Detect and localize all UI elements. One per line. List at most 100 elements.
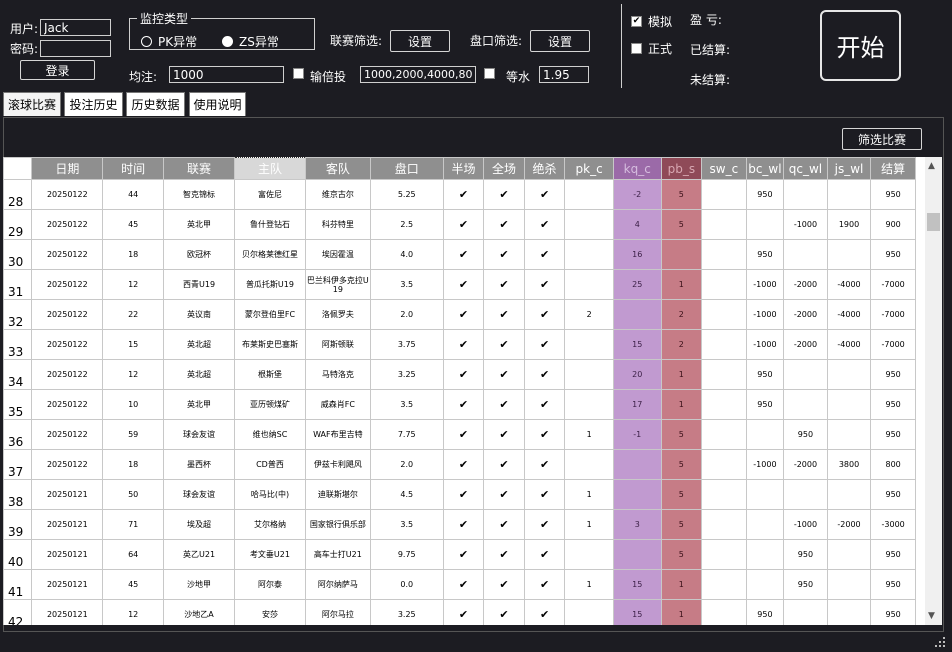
table-cell: 15 bbox=[612, 599, 662, 625]
matches-table: 日期 时间 联赛 主队 客队 盘口 半场 全场 绝杀 pk_c kq_c pb_s sw_c bc_wl q… bbox=[3, 157, 916, 625]
tab-bet-history[interactable]: 投注历史 bbox=[64, 92, 123, 116]
row-number: 30 bbox=[3, 239, 33, 270]
table-cell: 50 bbox=[102, 479, 165, 510]
row-number: 38 bbox=[3, 479, 33, 510]
handicap-filter-button[interactable]: 设置 bbox=[530, 30, 590, 52]
column-header[interactable]: js_wl bbox=[826, 157, 872, 180]
table-row[interactable]: 35 20250122 10 英北甲 亚历顿煤矿 威森肖FC 3.5 ✔ ✔ ✔ 17 1 950 950 bbox=[3, 389, 916, 420]
vertical-scrollbar[interactable]: ▲ ▼ bbox=[925, 157, 942, 625]
column-header[interactable]: 日期 bbox=[31, 157, 104, 180]
water-checkbox[interactable] bbox=[484, 68, 495, 79]
table-cell: -1 bbox=[612, 419, 662, 450]
table-cell: 3 bbox=[612, 509, 662, 540]
table-row[interactable]: 37 20250122 18 墨西杯 CD普西 伊兹卡利飓风 2.0 ✔ ✔ ✔ 5 -1000 -20… bbox=[3, 449, 916, 480]
table-row[interactable]: 34 20250122 12 英北超 根斯堡 马特洛克 3.25 ✔ ✔ ✔ 20 1 950 950 bbox=[3, 359, 916, 390]
column-header[interactable]: 客队 bbox=[304, 157, 371, 180]
multiplier-input[interactable] bbox=[360, 66, 476, 83]
table-row[interactable]: 40 20250121 64 英乙U21 考文垂U21 高车士打U21 9.75 ✔ ✔ ✔ 5 95… bbox=[3, 539, 916, 570]
row-number: 42 bbox=[3, 599, 33, 625]
scroll-up-icon[interactable]: ▲ bbox=[928, 161, 935, 171]
table-cell: 950 bbox=[870, 539, 916, 570]
table-row[interactable]: 36 20250122 59 球会友谊 维也纳SC WAF布里吉特 7.75 ✔ ✔ ✔ 1 -1 5 9… bbox=[3, 419, 916, 450]
column-header[interactable]: 盘口 bbox=[369, 157, 444, 180]
column-header[interactable]: 绝杀 bbox=[523, 157, 566, 180]
column-header[interactable]: kq_c bbox=[612, 157, 662, 180]
sim-mode-checkbox[interactable]: ✔ 模拟 bbox=[631, 13, 672, 30]
table-row[interactable]: 42 20250121 12 沙地乙A 安莎 阿尔马拉 3.25 ✔ ✔ ✔ 15 1 950 950 bbox=[3, 599, 916, 625]
table-cell: 迪联斯堪尔 bbox=[304, 479, 371, 510]
password-input[interactable] bbox=[40, 40, 111, 57]
table-cell: CD普西 bbox=[234, 449, 306, 480]
sim-check-icon: ✔ bbox=[631, 16, 642, 27]
table-cell bbox=[612, 539, 662, 570]
column-header[interactable]: bc_wl bbox=[745, 157, 785, 180]
filter-matches-button[interactable]: 筛选比赛 bbox=[842, 128, 922, 150]
column-header[interactable]: 全场 bbox=[483, 157, 525, 180]
table-cell bbox=[701, 299, 747, 330]
table-cell: -1000 bbox=[783, 509, 828, 540]
table-cell: ✔ bbox=[442, 209, 485, 240]
table-row[interactable]: 33 20250122 15 英北超 布莱斯史巴塞斯 阿斯顿联 3.75 ✔ ✔ ✔ 15 2 -100… bbox=[3, 329, 916, 360]
table-cell: 2 bbox=[660, 329, 703, 360]
table-row[interactable]: 28 20250122 44 智克锦标 富佐尼 维京古尔 5.25 ✔ ✔ ✔ -2 5 950 950 bbox=[3, 179, 916, 210]
table-cell bbox=[826, 359, 872, 390]
table-row[interactable]: 32 20250122 22 英议南 蒙尔登伯里FC 洛佩罗夫 2.0 ✔ ✔ ✔ 2 2 -1000-… bbox=[3, 299, 916, 330]
tab-manual[interactable]: 使用说明 bbox=[189, 92, 246, 116]
table-row[interactable]: 31 20250122 12 西青U19 普瓜托斯U19 巴兰科伊多克拉U19 3.5 ✔ ✔ ✔… bbox=[3, 269, 916, 300]
multiplier-checkbox[interactable] bbox=[293, 68, 304, 79]
table-cell: 2 bbox=[564, 299, 614, 330]
pk-radio[interactable]: PK异常 bbox=[141, 33, 197, 50]
scroll-down-icon[interactable]: ▼ bbox=[928, 611, 935, 621]
table-cell: 5 bbox=[660, 179, 703, 210]
column-header[interactable]: 结算 bbox=[870, 157, 916, 180]
table-row[interactable]: 29 20250122 45 英北甲 鲁什登钻石 科芬特里 2.5 ✔ ✔ ✔ 4 5 -1000 190… bbox=[3, 209, 916, 240]
table-cell bbox=[612, 479, 662, 510]
pk-radio-icon bbox=[141, 36, 152, 47]
table-row[interactable]: 39 20250121 71 埃及超 艾尔格纳 国家银行俱乐部 3.5 ✔ ✔ ✔ 1 3 5 -1000… bbox=[3, 509, 916, 540]
table-cell: 马特洛克 bbox=[304, 359, 371, 390]
table-cell bbox=[826, 419, 872, 450]
table-row[interactable]: 38 20250121 50 球会友谊 哈马比(中) 迪联斯堪尔 4.5 ✔ ✔ ✔ 1 5 950 bbox=[3, 479, 916, 510]
table-cell bbox=[783, 359, 828, 390]
water-input[interactable] bbox=[539, 66, 589, 83]
login-button[interactable]: 登录 bbox=[20, 60, 95, 80]
table-cell: 5 bbox=[660, 449, 703, 480]
real-mode-checkbox[interactable]: 正式 bbox=[631, 40, 672, 57]
table-cell: 12 bbox=[102, 359, 165, 390]
table-cell: 考文垂U21 bbox=[234, 539, 306, 570]
column-header[interactable]: pk_c bbox=[564, 157, 614, 180]
zs-radio[interactable]: ZS异常 bbox=[222, 33, 279, 50]
column-header[interactable]: 时间 bbox=[102, 157, 165, 180]
scrollbar-thumb[interactable] bbox=[927, 213, 940, 231]
start-button[interactable]: 开始 bbox=[820, 10, 901, 81]
league-filter-button[interactable]: 设置 bbox=[390, 30, 450, 52]
vertical-divider bbox=[621, 4, 622, 88]
column-header[interactable]: sw_c bbox=[701, 157, 747, 180]
table-cell: 20250122 bbox=[31, 269, 104, 300]
table-cell: 22 bbox=[102, 299, 165, 330]
unsettled-label: 未结算: bbox=[690, 73, 731, 87]
column-header[interactable] bbox=[3, 157, 33, 180]
tab-live-matches[interactable]: 滚球比赛 bbox=[3, 92, 61, 116]
table-cell: 维也纳SC bbox=[234, 419, 306, 450]
table-cell: 1 bbox=[564, 419, 614, 450]
column-header[interactable]: 主队 bbox=[234, 157, 306, 180]
pnl-label: 盈 亏: bbox=[690, 13, 722, 27]
table-cell: ✔ bbox=[523, 509, 566, 540]
column-header[interactable]: qc_wl bbox=[783, 157, 828, 180]
table-cell bbox=[612, 299, 662, 330]
table-cell: 4.5 bbox=[369, 479, 444, 510]
resize-grip-icon[interactable] bbox=[934, 636, 946, 648]
tab-history-data[interactable]: 历史数据 bbox=[126, 92, 185, 116]
column-header[interactable]: 联赛 bbox=[163, 157, 235, 180]
zs-radio-icon bbox=[222, 36, 233, 47]
table-cell: -4000 bbox=[826, 299, 872, 330]
column-header[interactable]: 半场 bbox=[442, 157, 485, 180]
table-cell: 20 bbox=[612, 359, 662, 390]
avg-bet-input[interactable] bbox=[169, 66, 284, 83]
table-cell: ✔ bbox=[442, 299, 485, 330]
table-row[interactable]: 41 20250121 45 沙地甲 阿尔泰 阿尔纳萨马 0.0 ✔ ✔ ✔ 1 15 1 950 950 bbox=[3, 569, 916, 600]
column-header[interactable]: pb_s bbox=[660, 157, 703, 180]
table-row[interactable]: 30 20250122 18 欧冠杯 贝尔格莱德红星 埃因霍温 4.0 ✔ ✔ ✔ 16 950 950 bbox=[3, 239, 916, 270]
username-input[interactable] bbox=[40, 19, 111, 36]
